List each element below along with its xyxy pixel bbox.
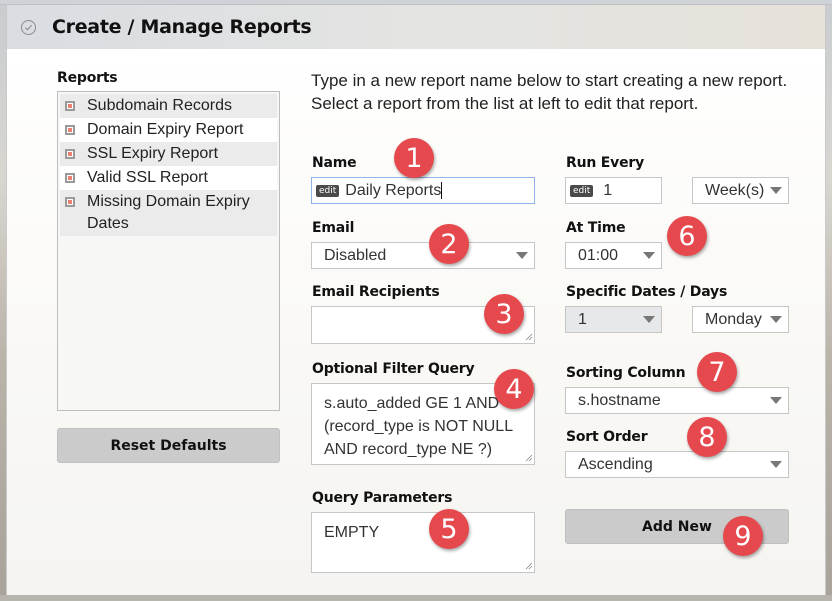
email-label: Email	[312, 220, 355, 236]
annotation-badge: 2	[429, 224, 469, 264]
run-every-label: Run Every	[566, 155, 645, 171]
report-item-label: SSL Expiry Report	[87, 145, 219, 162]
report-item[interactable]: Domain Expiry Report	[60, 118, 277, 142]
specific-day-value: Monday	[705, 310, 762, 328]
edit-badge: edit	[316, 184, 340, 197]
run-every-unit-value: Week(s)	[705, 181, 765, 199]
sorting-column-value: s.hostname	[578, 391, 661, 409]
reports-label: Reports	[57, 70, 118, 86]
name-label: Name	[312, 155, 357, 171]
resize-handle-icon[interactable]	[525, 333, 533, 341]
dropdown-arrow-icon	[770, 397, 782, 404]
report-bullet-icon	[65, 125, 75, 135]
report-bullet-icon	[65, 101, 75, 111]
annotation-badge: 1	[394, 138, 434, 178]
specific-date-select[interactable]: 1	[565, 306, 662, 333]
text-caret	[441, 182, 443, 199]
specific-date-value: 1	[578, 310, 587, 328]
report-bullet-icon	[65, 197, 75, 207]
annotation-badge: 3	[484, 294, 524, 334]
resize-handle-icon[interactable]	[525, 454, 533, 462]
background-strip	[0, 595, 832, 601]
dropdown-arrow-icon	[770, 316, 782, 323]
resize-handle-icon[interactable]	[525, 562, 533, 570]
sorting-column-select[interactable]: s.hostname	[565, 387, 789, 414]
annotation-badge: 7	[697, 352, 737, 392]
report-item-label: Missing Domain Expiry Dates	[87, 193, 250, 232]
annotation-badge: 8	[687, 417, 727, 457]
run-every-value: 1	[603, 181, 613, 199]
query-parameters-textarea[interactable]: EMPTY	[311, 512, 535, 573]
dropdown-arrow-icon	[643, 316, 655, 323]
report-item-label: Domain Expiry Report	[87, 121, 244, 138]
report-bullet-icon	[65, 173, 75, 183]
reports-list[interactable]: Subdomain Records Domain Expiry Report S…	[57, 91, 280, 411]
query-parameters-label: Query Parameters	[312, 490, 453, 506]
annotation-badge: 4	[494, 369, 534, 409]
report-item-label: Subdomain Records	[87, 97, 232, 114]
panel-title: Create / Manage Reports	[52, 16, 312, 38]
check-circle-icon[interactable]	[21, 19, 36, 35]
panel-body: Reports Subdomain Records Domain Expiry …	[7, 49, 825, 595]
dropdown-arrow-icon	[643, 252, 655, 259]
sort-order-select[interactable]: Ascending	[565, 451, 789, 478]
sort-order-value: Ascending	[578, 455, 653, 473]
at-time-value: 01:00	[578, 246, 619, 264]
email-select-value: Disabled	[324, 246, 387, 264]
annotation-badge: 9	[723, 516, 763, 556]
filter-query-label: Optional Filter Query	[312, 361, 475, 377]
report-bullet-icon	[65, 149, 75, 159]
sorting-column-label: Sorting Column	[566, 365, 686, 381]
run-every-unit-select[interactable]: Week(s)	[692, 177, 789, 204]
run-every-input[interactable]: edit 1	[565, 177, 662, 204]
edit-badge: edit	[570, 184, 594, 197]
sort-order-label: Sort Order	[566, 429, 648, 445]
intro-text: Type in a new report name below to start…	[311, 71, 788, 113]
report-item-label: Valid SSL Report	[87, 169, 208, 186]
annotation-badge: 5	[429, 509, 469, 549]
dropdown-arrow-icon	[770, 461, 782, 468]
report-item[interactable]: Subdomain Records	[60, 94, 277, 118]
dropdown-arrow-icon	[770, 187, 782, 194]
name-value: Daily Reports	[345, 181, 442, 199]
report-item[interactable]: SSL Expiry Report	[60, 142, 277, 166]
create-manage-reports-panel: Create / Manage Reports Reports Subdomai…	[6, 5, 826, 595]
email-recipients-label: Email Recipients	[312, 284, 440, 300]
reset-defaults-button[interactable]: Reset Defaults	[57, 428, 280, 463]
specific-day-select[interactable]: Monday	[692, 306, 789, 333]
at-time-label: At Time	[566, 220, 626, 236]
specific-dates-label: Specific Dates / Days	[566, 284, 728, 300]
annotation-badge: 6	[667, 216, 707, 256]
report-item[interactable]: Missing Domain Expiry Dates	[60, 190, 277, 236]
report-item[interactable]: Valid SSL Report	[60, 166, 277, 190]
dropdown-arrow-icon	[516, 252, 528, 259]
email-select[interactable]: Disabled	[311, 242, 535, 269]
at-time-select[interactable]: 01:00	[565, 242, 662, 269]
name-input[interactable]: edit Daily Reports	[311, 177, 535, 204]
panel-header[interactable]: Create / Manage Reports	[7, 5, 825, 49]
